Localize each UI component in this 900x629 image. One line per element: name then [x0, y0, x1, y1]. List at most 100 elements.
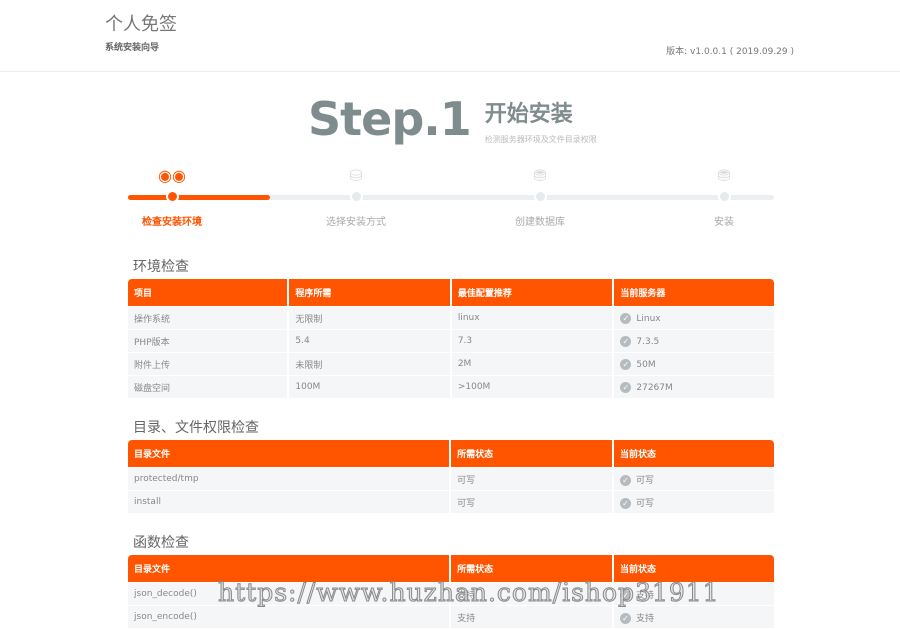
- table-cell: 可写: [451, 491, 612, 513]
- step-heading: Step.1 开始安装 检测服务器环境及文件目录权限: [308, 90, 597, 148]
- cell-text: PHP版本: [134, 337, 170, 348]
- step-dot: [349, 190, 363, 203]
- cell-text: 7.3.5: [636, 336, 660, 347]
- table-cell: ✓ 可写: [614, 491, 774, 513]
- table-row: protected/tmp 可写 ✓ 可写: [128, 468, 774, 490]
- check-circle-icon: ✓: [620, 497, 631, 509]
- table-cell: 操作系统: [128, 307, 288, 329]
- step-label: 创建数据库: [515, 217, 565, 228]
- binoculars-icon: ◉◉: [158, 166, 186, 185]
- cell-text: 27267M: [636, 382, 673, 393]
- table-row: 操作系统 无限制 linux ✓ Linux: [128, 307, 774, 329]
- cell-text: 支持: [636, 613, 655, 624]
- table-cell: 2M: [451, 353, 613, 375]
- database-check-icon: ⛃: [717, 166, 731, 185]
- step-dot: [717, 190, 731, 203]
- table-cell: 7.3: [451, 330, 613, 352]
- table-cell: install: [128, 491, 450, 513]
- table-cell: 无限制: [289, 307, 450, 329]
- table-row: PHP版本 5.4 7.3 ✓ 7.3.5: [128, 330, 774, 352]
- cell-text: 7.3: [457, 336, 473, 346]
- column-header: 目录文件: [128, 440, 450, 467]
- table-header: 项目 程序所需 最佳配置推荐 当前服务器: [128, 279, 774, 306]
- cell-text: 可写: [636, 498, 655, 509]
- table-cell: >100M: [451, 376, 613, 398]
- cell-text: 可写: [457, 475, 476, 486]
- dir-table: 目录文件 所需状态 当前状态 protected/tmp 可写 ✓ 可写 install 可写 ✓…: [126, 439, 776, 514]
- column-header: 所需状态: [451, 440, 612, 467]
- table-cell: ✓ 7.3.5: [614, 330, 774, 352]
- check-circle-icon: ✓: [620, 358, 632, 370]
- step-check-environment: ◉◉ 检查安装环境: [112, 165, 232, 228]
- column-header: 项目: [128, 279, 288, 306]
- table-row: install 可写 ✓ 可写: [128, 491, 774, 513]
- cell-text: 附件上传: [134, 360, 171, 371]
- table-cell: 未限制: [289, 353, 450, 375]
- cell-text: 可写: [636, 475, 655, 486]
- table-cell: ✓ 27267M: [614, 376, 774, 398]
- check-circle-icon: ✓: [620, 312, 632, 324]
- step-number: Step.1: [308, 92, 472, 146]
- cell-text: 支持: [457, 613, 476, 624]
- table-cell: 可写: [451, 468, 612, 490]
- dir-check-section: 目录、文件权限检查 目录文件 所需状态 当前状态 protected/tmp 可写 ✓ 可写…: [128, 417, 774, 514]
- check-circle-icon: ✓: [620, 474, 631, 486]
- step-description: 检测服务器环境及文件目录权限: [484, 135, 597, 144]
- cell-text: linux: [457, 313, 480, 323]
- cell-text: 5.4: [295, 336, 310, 346]
- cell-text: json_decode(): [134, 589, 197, 599]
- cell-text: 2M: [457, 359, 472, 369]
- check-circle-icon: ✓: [620, 335, 632, 347]
- cell-text: 未限制: [295, 360, 323, 371]
- table-cell: ✓ 支持: [614, 606, 774, 628]
- step-label: 安装: [714, 217, 734, 228]
- cell-text: json_encode(): [134, 612, 197, 622]
- step-create-database: ⛃ 创建数据库: [480, 165, 600, 228]
- step-dot: [165, 190, 179, 203]
- app-subtitle: 系统安装向导: [105, 43, 160, 53]
- table-cell: 支持: [451, 606, 612, 628]
- cell-text: 50M: [636, 359, 656, 370]
- table-cell: linux: [451, 307, 613, 329]
- check-circle-icon: ✓: [620, 612, 631, 624]
- env-check-section: 环境检查 项目 程序所需 最佳配置推荐 当前服务器操作系统 无限制 linux ✓ Linux…: [128, 256, 774, 399]
- table-cell: json_encode(): [128, 606, 450, 628]
- table-cell: 附件上传: [128, 353, 288, 375]
- app-title: 个人免签: [105, 14, 177, 35]
- cell-text: protected/tmp: [134, 474, 199, 484]
- table-cell: 5.4: [289, 330, 450, 352]
- table-cell: ✓ 可写: [614, 468, 774, 490]
- table-cell: PHP版本: [128, 330, 288, 352]
- step-dot: [533, 190, 547, 203]
- coins-icon: ⛁: [349, 166, 363, 185]
- table-cell: protected/tmp: [128, 468, 450, 490]
- step-choose-method: ⛁ 选择安装方式: [296, 165, 416, 228]
- cell-text: 操作系统: [134, 314, 171, 325]
- section-title: 函数检查: [133, 535, 189, 551]
- table-row: 附件上传 未限制 2M ✓ 50M: [128, 353, 774, 375]
- table-cell: ✓ 50M: [614, 353, 774, 375]
- table-row: json_encode() 支持 ✓ 支持: [128, 606, 774, 628]
- section-title: 环境检查: [133, 259, 189, 275]
- table-cell: 100M: [289, 376, 450, 398]
- step-label: 检查安装环境: [142, 217, 202, 228]
- cell-text: 磁盘空间: [134, 383, 171, 394]
- cell-text: >100M: [457, 382, 491, 392]
- column-header: 程序所需: [289, 279, 450, 306]
- column-header: 当前状态: [614, 440, 774, 467]
- cell-text: 可写: [457, 498, 476, 509]
- column-header: 当前服务器: [614, 279, 774, 306]
- table-cell: ✓ Linux: [614, 307, 774, 329]
- column-header: 最佳配置推荐: [451, 279, 613, 306]
- database-search-icon: ⛃: [533, 166, 547, 185]
- step-name: 开始安装: [484, 102, 573, 127]
- cell-text: Linux: [636, 313, 661, 324]
- table-cell: 磁盘空间: [128, 376, 288, 398]
- section-title: 目录、文件权限检查: [133, 420, 259, 436]
- table-row: 磁盘空间 100M >100M ✓ 27267M: [128, 376, 774, 398]
- table-header: 目录文件 所需状态 当前状态: [128, 440, 774, 467]
- cell-text: install: [134, 497, 161, 507]
- version-label: 版本: v1.0.0.1 ( 2019.09.29 ): [666, 47, 794, 57]
- cell-text: 100M: [295, 382, 321, 392]
- watermark: https://www.huzhan.com/ishop31911: [218, 578, 720, 608]
